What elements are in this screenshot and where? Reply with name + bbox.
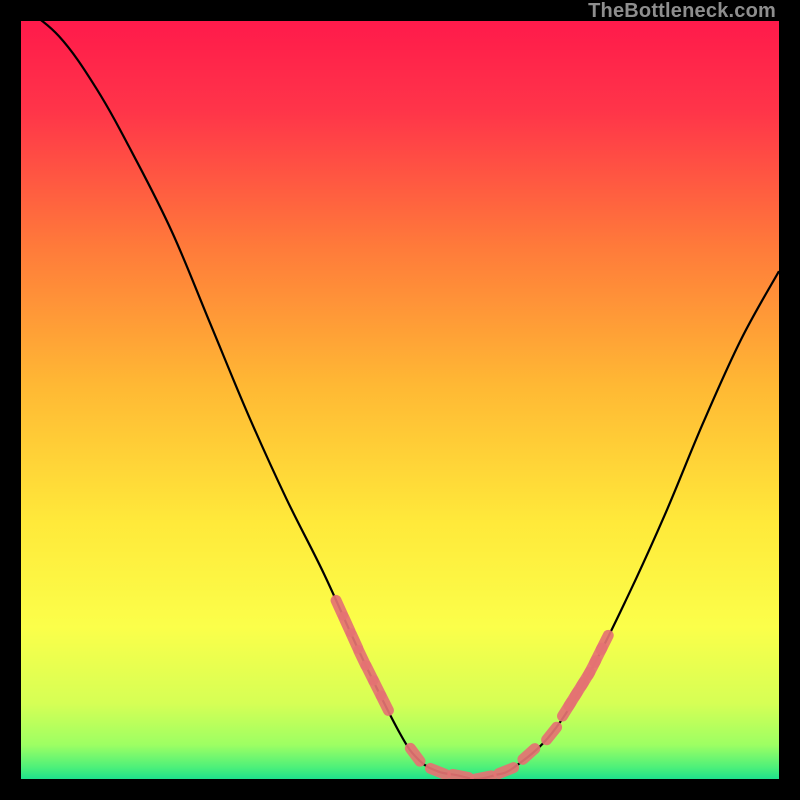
plot-frame (21, 21, 779, 779)
watermark-text: TheBottleneck.com (588, 0, 776, 23)
background-gradient (21, 21, 779, 779)
